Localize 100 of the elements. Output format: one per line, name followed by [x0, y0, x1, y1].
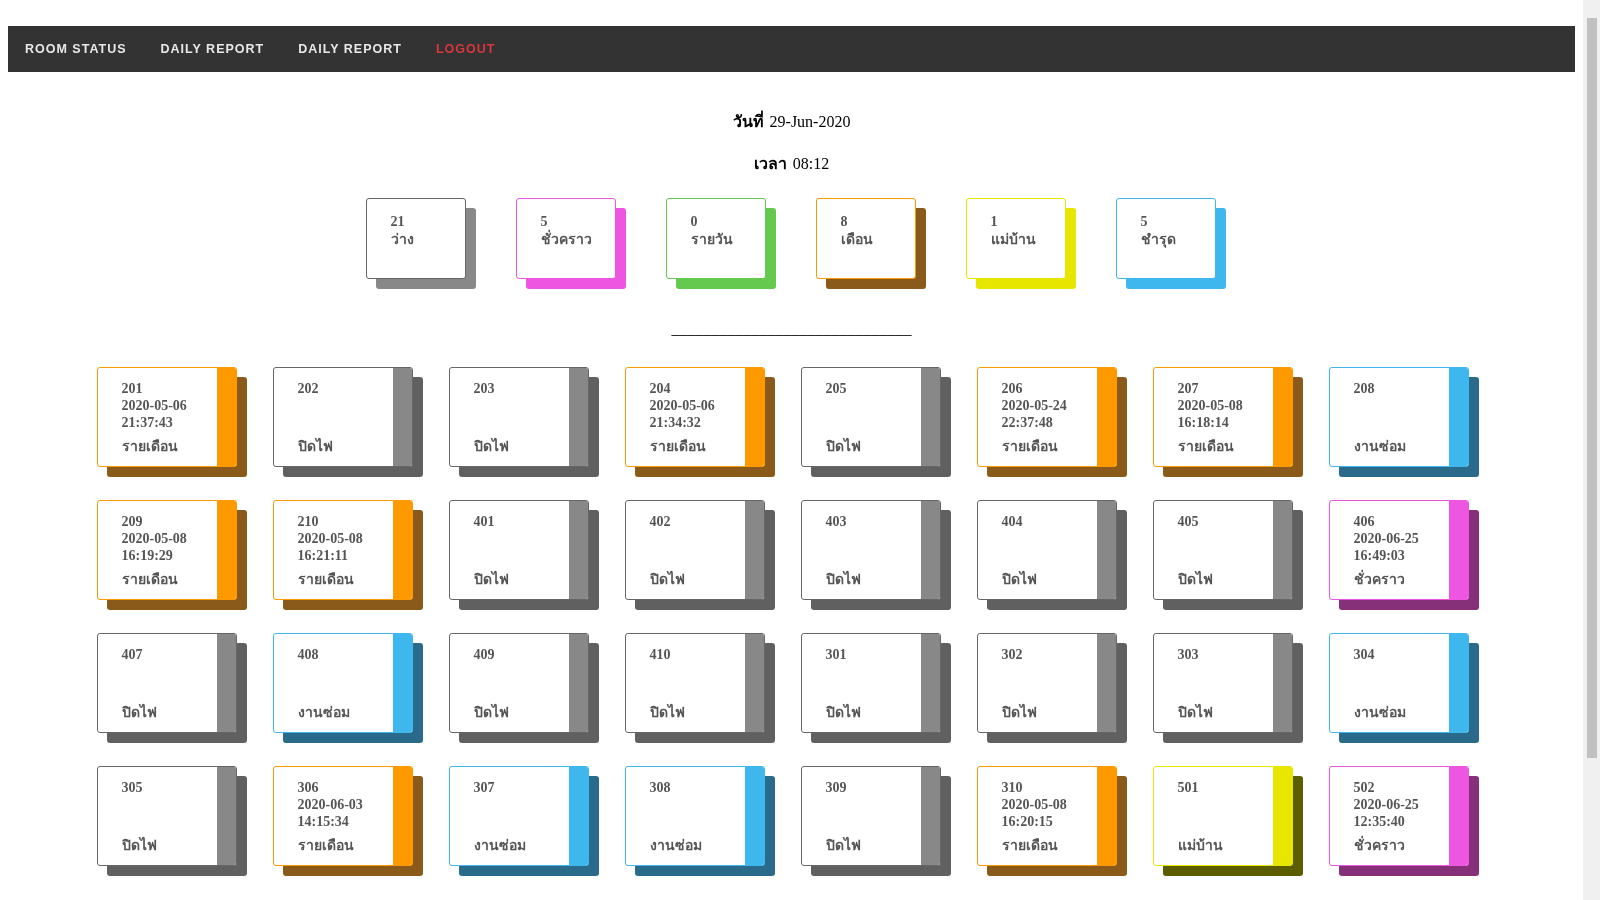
room-status: แม่บ้าน [1177, 837, 1224, 854]
room-number: 206 [1001, 380, 1024, 397]
check-in-date: 2020-05-06 [649, 397, 716, 414]
nav-link[interactable]: DAILY REPORT [160, 39, 265, 59]
summary-count: 8 [840, 213, 849, 231]
room-card[interactable]: 407 ปิดไฟ [96, 633, 237, 733]
room-card[interactable]: 401 ปิดไฟ [448, 500, 589, 600]
room-card[interactable]: 310 2020-05-08 16:20:15 รายเดือน [976, 766, 1117, 866]
check-in-time: 16:18:14 [1177, 414, 1230, 431]
room-card[interactable]: 304 งานซ่อม [1328, 633, 1469, 733]
room-status: ชั่วคราว [1353, 571, 1449, 588]
check-in-date: 2020-05-08 [1001, 796, 1068, 813]
room-card[interactable]: 201 2020-05-06 21:37:43 รายเดือน [96, 367, 237, 467]
room-card[interactable]: 409 ปิดไฟ [448, 633, 589, 733]
check-in-date: 2020-05-08 [121, 530, 188, 547]
room-card[interactable]: 303 ปิดไฟ [1152, 633, 1293, 733]
time-label: เวลา [753, 154, 787, 174]
room-status: รายเดือน [297, 571, 355, 588]
room-card[interactable]: 404 ปิดไฟ [976, 500, 1117, 600]
room-number: 301 [825, 646, 848, 663]
room-status: รายเดือน [1001, 438, 1059, 455]
room-number: 309 [825, 779, 848, 796]
room-number: 407 [121, 646, 144, 663]
room-card[interactable]: 502 2020-06-25 12:35:40 ชั่วคราว [1328, 766, 1469, 866]
room-card[interactable]: 501 แม่บ้าน [1152, 766, 1293, 866]
room-number: 302 [1001, 646, 1024, 663]
room-status: ปิดไฟ [297, 438, 334, 455]
room-number: 405 [1177, 513, 1200, 530]
room-status: ปิดไฟ [473, 438, 510, 455]
room-card[interactable]: 203 ปิดไฟ [448, 367, 589, 467]
summary-label: ว่าง [390, 231, 415, 249]
room-status: ปิดไฟ [825, 571, 862, 588]
room-status: งานซ่อม [649, 837, 703, 854]
summary-label: แม่บ้าน [990, 231, 1037, 249]
nav-link[interactable]: DAILY REPORT [298, 39, 402, 59]
room-status: ปิดไฟ [649, 704, 686, 721]
summary-count: 0 [690, 213, 699, 231]
check-in-time: 21:34:32 [649, 414, 702, 431]
check-in-time: 16:20:15 [1001, 813, 1054, 830]
room-number: 306 [297, 779, 320, 796]
check-in-date: 2020-05-24 [1001, 397, 1068, 414]
room-card[interactable]: 207 2020-05-08 16:18:14 รายเดือน [1152, 367, 1293, 467]
date-value: 29-Jun-2020 [769, 112, 851, 132]
room-number: 408 [297, 646, 320, 663]
room-card[interactable]: 405 ปิดไฟ [1152, 500, 1293, 600]
room-card[interactable]: 305 ปิดไฟ [96, 766, 237, 866]
room-card[interactable]: 302 ปิดไฟ [976, 633, 1117, 733]
check-in-date: 2020-05-06 [121, 397, 188, 414]
summary-count: 5 [540, 213, 549, 229]
room-number: 201 [121, 380, 144, 397]
room-card[interactable]: 204 2020-05-06 21:34:32 รายเดือน [624, 367, 765, 467]
room-number: 308 [649, 779, 672, 796]
room-number: 202 [297, 380, 320, 397]
room-number: 210 [297, 513, 320, 530]
room-status: รายเดือน [121, 438, 179, 455]
room-card[interactable]: 307 งานซ่อม [448, 766, 589, 866]
room-card[interactable]: 403 ปิดไฟ [800, 500, 941, 600]
room-card[interactable]: 306 2020-06-03 14:15:34 รายเดือน [272, 766, 413, 866]
room-status: ปิดไฟ [825, 837, 862, 854]
room-card[interactable]: 410 ปิดไฟ [624, 633, 765, 733]
check-in-date: 2020-06-25 [1353, 796, 1420, 813]
check-in-time: 12:35:40 [1353, 813, 1406, 830]
summary-count: 5 [1140, 213, 1149, 231]
room-number: 402 [649, 513, 672, 530]
room-number: 203 [473, 380, 496, 397]
room-number: 205 [825, 380, 848, 397]
room-status: รายเดือน [1177, 438, 1235, 455]
room-status: รายเดือน [1001, 837, 1059, 854]
room-card[interactable]: 406 2020-06-25 16:49:03 ชั่วคราว [1328, 500, 1469, 600]
room-card[interactable]: 202 ปิดไฟ [272, 367, 413, 467]
room-status: ปิดไฟ [825, 704, 862, 721]
room-status: ปิดไฟ [1001, 704, 1038, 721]
room-number: 501 [1177, 779, 1200, 796]
room-status: ปิดไฟ [473, 571, 510, 588]
room-card[interactable]: 205 ปิดไฟ [800, 367, 941, 467]
room-card[interactable]: 209 2020-05-08 16:19:29 รายเดือน [96, 500, 237, 600]
room-number: 310 [1001, 779, 1024, 796]
divider-line: ______________________________ [671, 319, 912, 339]
check-in-time: 16:21:11 [297, 547, 350, 564]
check-in-time: 22:37:48 [1001, 414, 1054, 431]
check-in-date: 2020-05-08 [297, 530, 364, 547]
summary-label: ชั่วคราว [540, 231, 615, 249]
room-card[interactable]: 210 2020-05-08 16:21:11 รายเดือน [272, 500, 413, 600]
room-card[interactable]: 208 งานซ่อม [1328, 367, 1469, 467]
room-status: รายเดือน [297, 837, 355, 854]
room-status: ปิดไฟ [1001, 571, 1038, 588]
room-card[interactable]: 402 ปิดไฟ [624, 500, 765, 600]
room-card[interactable]: 206 2020-05-24 22:37:48 รายเดือน [976, 367, 1117, 467]
room-card[interactable]: 301 ปิดไฟ [800, 633, 941, 733]
room-card[interactable]: 309 ปิดไฟ [800, 766, 941, 866]
room-number: 404 [1001, 513, 1024, 530]
room-number: 502 [1353, 779, 1376, 796]
room-status: ปิดไฟ [1177, 704, 1214, 721]
room-status: งานซ่อม [1353, 438, 1407, 455]
summary-label: เดือน [840, 231, 874, 249]
nav-link[interactable]: ROOM STATUS [25, 39, 127, 59]
room-card[interactable]: 308 งานซ่อม [624, 766, 765, 866]
room-card[interactable]: 408 งานซ่อม [272, 633, 413, 733]
room-number: 207 [1177, 380, 1200, 397]
room-number: 307 [473, 779, 496, 796]
